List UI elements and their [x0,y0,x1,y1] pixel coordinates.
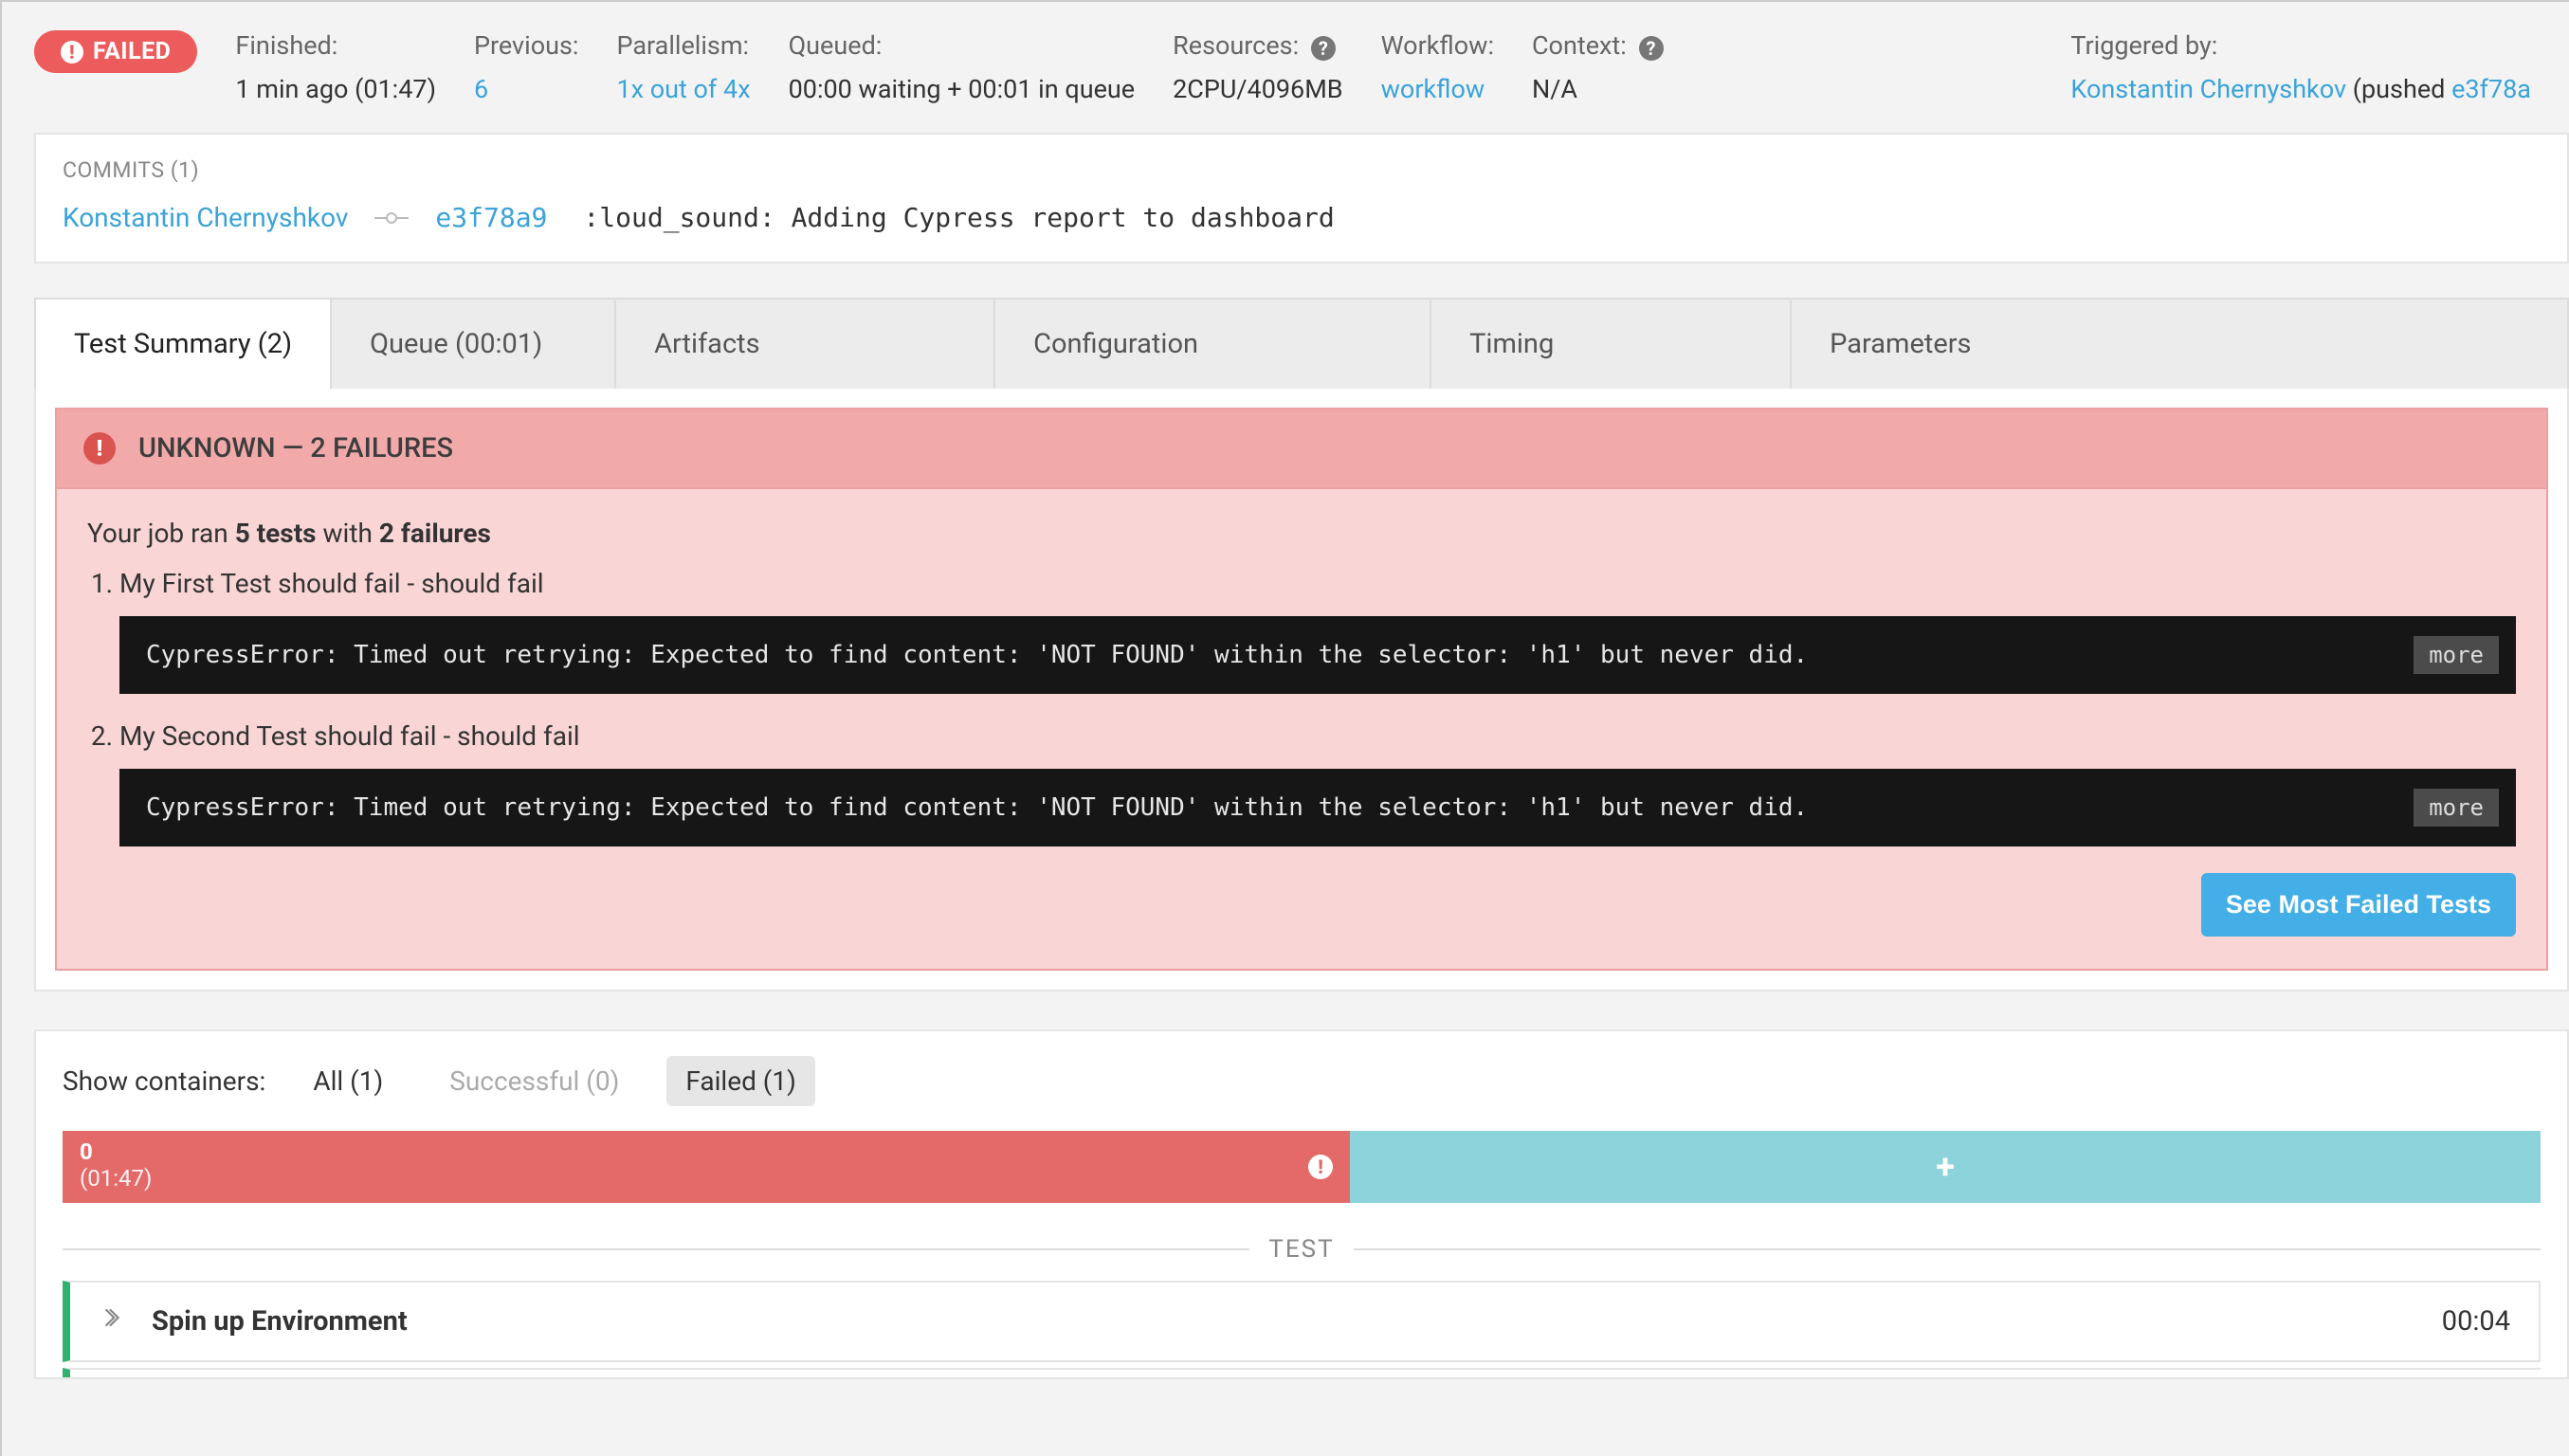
alert-icon: ! [1308,1155,1333,1179]
commits-title: COMMITS (1) [63,157,2541,183]
tab-queue[interactable]: Queue (00:01) [332,298,616,389]
tab-test-summary[interactable]: Test Summary (2) [34,298,332,389]
failure-banner: ! UNKNOWN — 2 FAILURES [55,408,2548,489]
meta-workflow: Workflow: workflow [1381,30,1494,104]
step-row-partial [63,1368,2541,1377]
job-header: ! FAILED Finished: 1 min ago (01:47) Pre… [2,2,2569,133]
failure-body: Your job ran 5 tests with 2 failures My … [55,489,2548,971]
chevron-right-icon [99,1305,123,1338]
show-containers-label: Show containers: [63,1065,265,1097]
plus-icon: + [1936,1147,1955,1187]
help-icon[interactable]: ? [1311,36,1336,61]
previous-link[interactable]: 6 [474,74,578,104]
failure-item-1: My First Test should fail - should fail … [119,568,2516,694]
meta-queued: Queued: 00:00 waiting + 00:01 in queue [789,30,1136,104]
author-link[interactable]: Konstantin Chernyshkov [2070,74,2346,104]
meta-previous: Previous: 6 [474,30,578,104]
error-output: CypressError: Timed out retrying: Expect… [119,769,2516,846]
containers-section: Show containers: All (1) Successful (0) … [34,1029,2569,1379]
commit-hash[interactable]: e3f78a9 [435,202,547,233]
more-button[interactable]: more [2414,789,2499,827]
container-bar-0[interactable]: 0 (01:47) ! [63,1131,1350,1203]
section-separator: TEST [63,1235,2541,1264]
filter-failed[interactable]: Failed (1) [666,1056,815,1106]
help-icon[interactable]: ? [1639,36,1664,61]
add-container-bar[interactable]: + [1350,1131,2541,1203]
tab-parameters[interactable]: Parameters [1792,298,2569,389]
commit-message: :loud_sound: Adding Cypress report to da… [583,202,1334,233]
commit-author-link[interactable]: Konstantin Chernyshkov [63,202,348,233]
error-output: CypressError: Timed out retrying: Expect… [119,616,2516,694]
filter-all[interactable]: All (1) [294,1056,402,1106]
commit-icon [374,209,409,228]
show-containers-row: Show containers: All (1) Successful (0) … [63,1056,2541,1106]
step-name: Spin up Environment [152,1305,408,1338]
workflow-link[interactable]: workflow [1381,74,1494,104]
meta-finished: Finished: 1 min ago (01:47) [235,30,436,104]
meta-resources: Resources: ? 2CPU/4096MB [1173,30,1343,104]
status-text: FAILED [93,38,171,65]
alert-icon: ! [61,41,83,64]
meta-parallelism: Parallelism: 1x out of 4x [616,30,750,104]
meta-context: Context: ? N/A [1532,30,1664,104]
tab-timing[interactable]: Timing [1431,298,1792,389]
tab-panel-test-summary: ! UNKNOWN — 2 FAILURES Your job ran 5 te… [34,389,2569,992]
tab-artifacts[interactable]: Artifacts [616,298,995,389]
container-bars: 0 (01:47) ! + [63,1131,2541,1203]
tab-configuration[interactable]: Configuration [995,298,1431,389]
alert-icon: ! [83,432,116,464]
commits-card: COMMITS (1) Konstantin Chernyshkov e3f78… [34,133,2569,264]
failure-item-2: My Second Test should fail - should fail… [119,720,2516,846]
step-duration: 00:04 [2442,1305,2510,1338]
commit-row: Konstantin Chernyshkov e3f78a9 :loud_sou… [63,202,2541,233]
meta-triggered: Triggered by: Konstantin Chernyshkov (pu… [2070,30,2531,104]
filter-successful[interactable]: Successful (0) [430,1056,638,1106]
more-button[interactable]: more [2414,636,2499,674]
parallelism-link[interactable]: 1x out of 4x [616,74,750,104]
status-badge: ! FAILED [34,30,197,73]
tabs: Test Summary (2) Queue (00:01) Artifacts… [34,298,2569,389]
see-most-failed-button[interactable]: See Most Failed Tests [2201,873,2516,937]
step-spin-up-env[interactable]: Spin up Environment 00:04 [63,1281,2541,1362]
commit-hash-link[interactable]: e3f78a [2451,74,2531,104]
